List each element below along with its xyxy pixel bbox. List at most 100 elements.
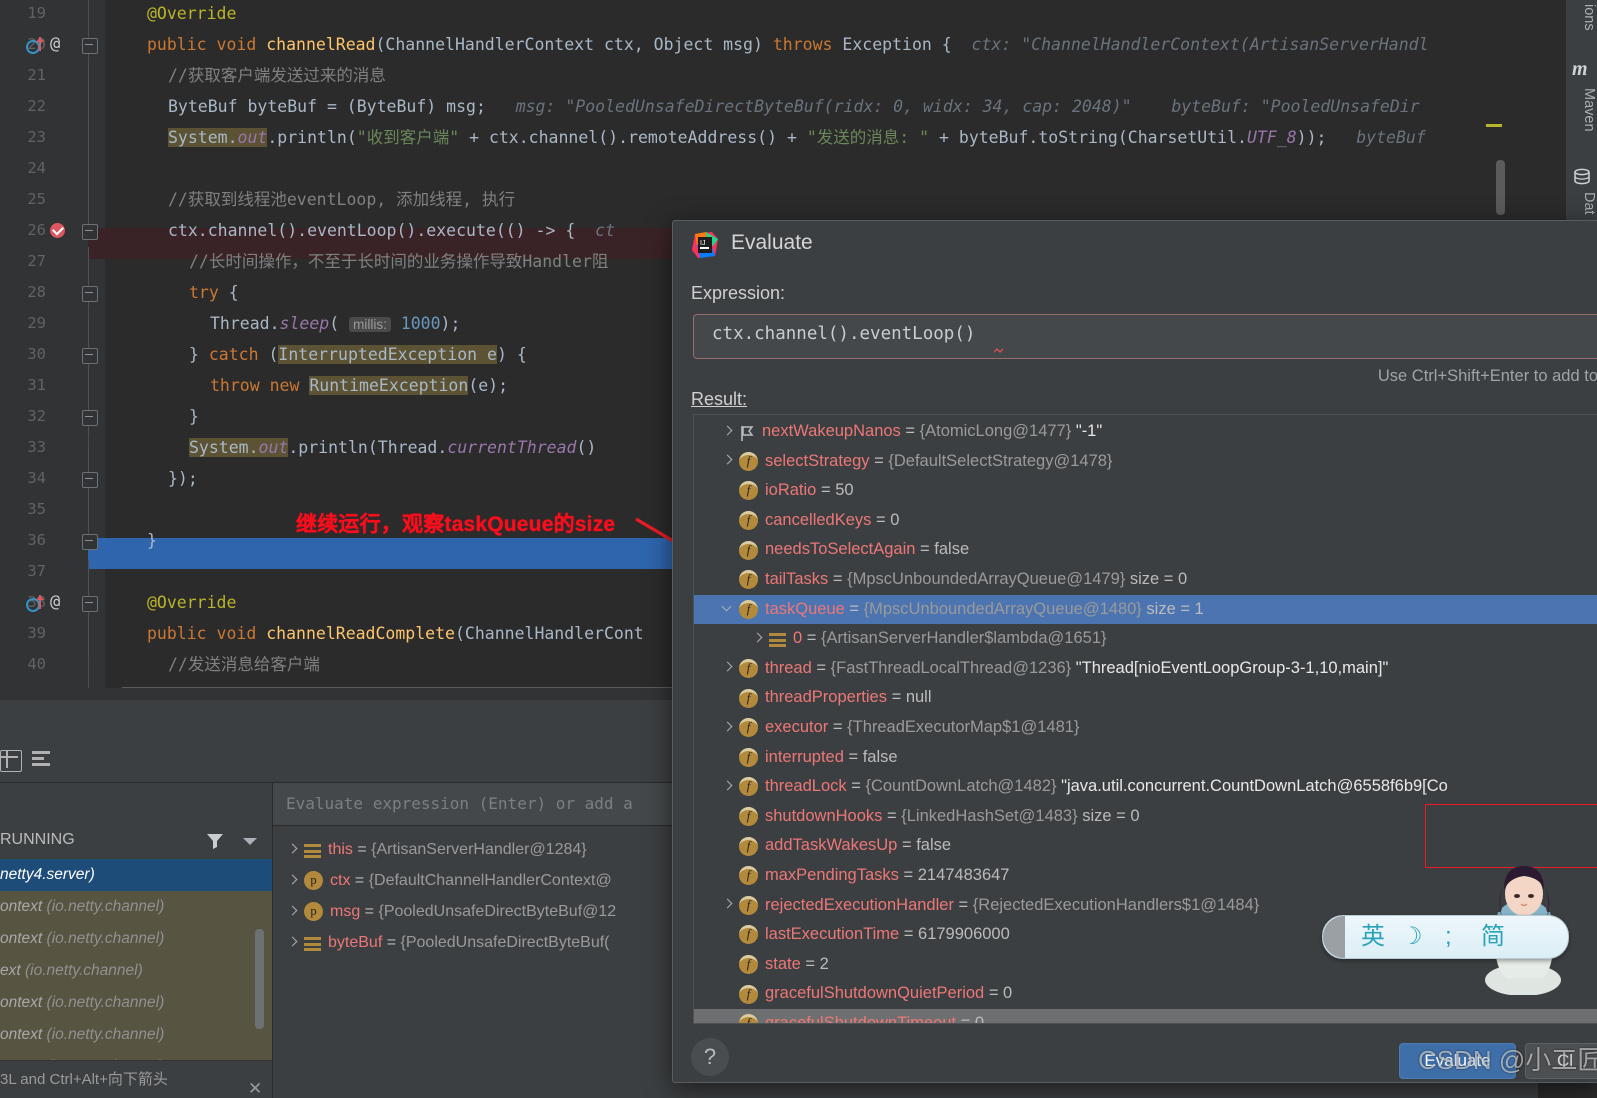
result-tree-row[interactable]: f addTaskWakesUp = false bbox=[694, 831, 1597, 861]
code-fold-toggle[interactable] bbox=[82, 472, 98, 488]
frame-list-item[interactable]: netty4.server) bbox=[0, 859, 272, 891]
ime-language-label[interactable]: 英 bbox=[1361, 916, 1385, 958]
ime-punctuation-label[interactable]: ; bbox=[1445, 916, 1452, 958]
code-line[interactable]: //发送消息给客户端 bbox=[105, 649, 320, 680]
chevron-right-icon[interactable] bbox=[287, 875, 299, 887]
result-field-name: threadLock bbox=[765, 777, 847, 796]
code-fold-toggle[interactable] bbox=[82, 410, 98, 426]
result-field-value: "java.util.concurrent.CountDownLatch@655… bbox=[1056, 777, 1448, 796]
chevron-right-icon[interactable] bbox=[722, 781, 734, 793]
moon-icon[interactable]: ☽ bbox=[1401, 916, 1423, 958]
code-line[interactable]: System.out.println(Thread.currentThread(… bbox=[105, 432, 596, 463]
chevron-right-icon[interactable] bbox=[287, 906, 299, 918]
code-line[interactable]: try { bbox=[105, 277, 239, 308]
frames-scrollbar[interactable] bbox=[255, 929, 264, 1029]
code-fold-toggle[interactable] bbox=[82, 596, 98, 612]
code-line[interactable]: //获取客户端发送过来的消息 bbox=[105, 60, 386, 91]
chevron-down-icon[interactable] bbox=[243, 838, 257, 845]
result-field-name: addTaskWakesUp bbox=[765, 836, 898, 855]
result-field-value: size = 0 bbox=[1077, 806, 1140, 825]
code-line[interactable]: //长时间操作，不至于长时间的业务操作导致Handler阻 bbox=[105, 246, 608, 277]
code-fold-toggle[interactable] bbox=[82, 38, 98, 54]
frame-list-item[interactable]: ontext (io.netty.channel) bbox=[0, 1019, 272, 1051]
breakpoint-icon[interactable] bbox=[50, 223, 65, 238]
toolwindow-label-ions[interactable]: ions bbox=[1566, 4, 1597, 31]
variable-row[interactable]: p msg = {PooledUnsafeDirectByteBuf@12 bbox=[273, 896, 616, 927]
frame-list-item[interactable]: ontext (io.netty.channel) bbox=[0, 987, 272, 1019]
code-line[interactable]: public void channelReadComplete(ChannelH… bbox=[105, 618, 644, 649]
equals-sign: = bbox=[350, 872, 369, 889]
chevron-right-icon[interactable] bbox=[722, 899, 734, 911]
filter-icon[interactable] bbox=[204, 830, 226, 852]
close-icon[interactable]: ✕ bbox=[248, 1070, 262, 1098]
override-method-icon[interactable] bbox=[26, 594, 52, 612]
chevron-right-icon[interactable] bbox=[722, 722, 734, 734]
ime-status-widget[interactable]: 英 ☽ ; 简 bbox=[1322, 915, 1569, 959]
variable-row[interactable]: this = {ArtisanServerHandler@1284} bbox=[273, 834, 587, 865]
result-tree-row[interactable]: f ioRatio = 50 bbox=[694, 476, 1597, 506]
code-line[interactable]: public void channelRead(ChannelHandlerCo… bbox=[105, 29, 1429, 60]
code-fold-toggle[interactable] bbox=[82, 286, 98, 302]
annotation-marker-icon[interactable]: @ bbox=[50, 592, 60, 612]
chevron-down-icon[interactable] bbox=[722, 603, 734, 615]
editor-vertical-scrollbar[interactable] bbox=[1496, 160, 1505, 215]
result-tree-row[interactable]: nextWakeupNanos = {AtomicLong@1477} "-1" bbox=[694, 417, 1597, 447]
variable-name: byteBuf bbox=[328, 934, 383, 951]
code-line[interactable]: //获取到线程池eventLoop, 添加线程, 执行 bbox=[105, 184, 515, 215]
code-line[interactable]: } catch (InterruptedException e) { bbox=[105, 339, 527, 370]
frame-list-item[interactable]: ontext (io.netty.channel) bbox=[0, 891, 272, 923]
variables-grid-icon[interactable] bbox=[0, 748, 26, 774]
frame-list-item[interactable]: ext (io.netty.channel) bbox=[0, 955, 272, 987]
code-fold-toggle[interactable] bbox=[82, 348, 98, 364]
code-line[interactable]: ByteBuf byteBuf = (ByteBuf) msg; msg: "P… bbox=[105, 91, 1420, 122]
result-tree-row[interactable]: 0 = {ArtisanServerHandler$lambda@1651} bbox=[694, 624, 1597, 654]
result-tree-row[interactable]: f threadLock = {CountDownLatch@1482} "jav… bbox=[694, 772, 1597, 802]
code-fold-toggle[interactable] bbox=[82, 534, 98, 550]
chevron-right-icon[interactable] bbox=[722, 662, 734, 674]
result-tree-row[interactable]: f needsToSelectAgain = false bbox=[694, 535, 1597, 565]
result-tree-row[interactable]: f cancelledKeys = 0 bbox=[694, 506, 1597, 536]
chevron-right-icon[interactable] bbox=[287, 937, 299, 949]
code-line[interactable]: @Override bbox=[105, 0, 236, 29]
result-tree-row[interactable]: f executor = {ThreadExecutorMap$1@1481} bbox=[694, 713, 1597, 743]
maven-icon[interactable]: m bbox=[1572, 58, 1588, 81]
ime-drag-handle[interactable] bbox=[1323, 916, 1345, 958]
variable-value: {ArtisanServerHandler@1284} bbox=[371, 841, 587, 858]
ime-script-label[interactable]: 简 bbox=[1481, 916, 1505, 958]
toolwindow-label-database[interactable]: Dat bbox=[1566, 192, 1597, 215]
chevron-right-icon[interactable] bbox=[722, 426, 734, 438]
chevron-right-icon[interactable] bbox=[722, 455, 734, 467]
code-line[interactable]: }); bbox=[105, 463, 198, 494]
variable-row[interactable]: p ctx = {DefaultChannelHandlerContext@ bbox=[273, 865, 612, 896]
code-line[interactable]: } bbox=[105, 525, 157, 556]
code-line[interactable]: Thread.sleep( millis: 1000); bbox=[105, 308, 460, 339]
code-line[interactable]: @Override bbox=[105, 587, 236, 618]
code-line[interactable]: ctx.channel().eventLoop().execute(() -> … bbox=[105, 215, 615, 246]
expression-input[interactable]: ctx.channel().eventLoop() bbox=[693, 314, 1597, 359]
result-tree-row[interactable]: f selectStrategy = {DefaultSelectStrategy… bbox=[694, 447, 1597, 477]
result-tree-row[interactable]: f maxPendingTasks = 2147483647 bbox=[694, 861, 1597, 891]
code-token: ) { bbox=[496, 345, 527, 364]
chevron-right-icon[interactable] bbox=[752, 633, 764, 645]
sort-list-icon[interactable] bbox=[30, 748, 56, 774]
frame-list-item[interactable]: ontext (io.netty.channel) bbox=[0, 923, 272, 955]
code-line[interactable]: } bbox=[105, 401, 199, 432]
result-tree-row[interactable]: f interrupted = false bbox=[694, 743, 1597, 773]
toolwindow-label-maven[interactable]: Maven bbox=[1566, 88, 1597, 132]
help-button[interactable]: ? bbox=[691, 1038, 729, 1076]
chevron-right-icon[interactable] bbox=[287, 844, 299, 856]
result-tree-row[interactable]: f taskQueue = {MpscUnboundedArrayQueue@14… bbox=[694, 594, 1597, 625]
code-line[interactable]: throw new RuntimeException(e); bbox=[105, 370, 508, 401]
variable-row[interactable]: byteBuf = {PooledUnsafeDirectByteBuf( bbox=[273, 927, 610, 958]
override-method-icon[interactable] bbox=[26, 36, 52, 54]
result-tree-row[interactable]: f threadProperties = null bbox=[694, 683, 1597, 713]
result-tree-row[interactable]: f thread = {FastThreadLocalThread@1236} "… bbox=[694, 654, 1597, 684]
database-icon[interactable] bbox=[1573, 168, 1591, 191]
code-line[interactable]: System.out.println("收到客户端" + ctx.channel… bbox=[105, 122, 1426, 153]
result-tree-row[interactable]: f tailTasks = {MpscUnboundedArrayQueue@14… bbox=[694, 565, 1597, 595]
code-fold-toggle[interactable] bbox=[82, 224, 98, 240]
annotation-marker-icon[interactable]: @ bbox=[50, 34, 60, 54]
result-tree-row[interactable]: f shutdownHooks = {LinkedHashSet@1483} si… bbox=[694, 802, 1597, 832]
result-tree-row[interactable]: f gracefulShutdownQuietPeriod = 0 bbox=[694, 979, 1597, 1009]
result-tree-row[interactable]: f gracefulShutdownTimeout = 0 bbox=[694, 1009, 1597, 1023]
